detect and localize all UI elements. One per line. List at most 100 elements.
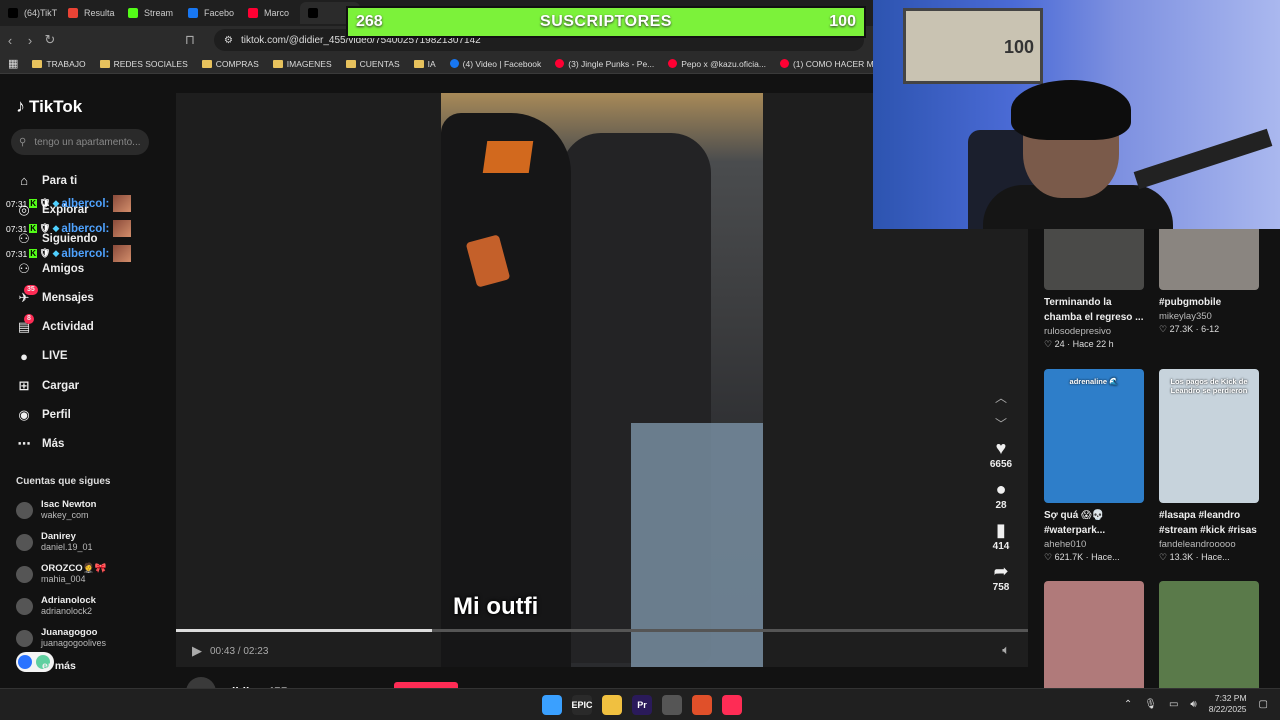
bookmark-item[interactable]: CUENTAS [345, 59, 400, 69]
nav-item-perfil[interactable]: ◉ Perfil [16, 400, 98, 429]
video-card-stats: ♡ 621.7K · Hace... [1044, 552, 1120, 562]
video-frame[interactable]: Mi outfi [441, 93, 763, 667]
video-card[interactable]: Terminando la chamba el regreso ... rulos… [1044, 229, 1144, 350]
windows-icon[interactable] [542, 695, 562, 715]
video-thumbnail[interactable] [1159, 229, 1259, 290]
share-icon[interactable]: ➦ [988, 560, 1014, 582]
bookmark-page-icon[interactable]: ⊓ [180, 32, 200, 48]
system-tray: ⌃ 🎙︎ ▭ 🔊︎ 7:32 PM 8/22/2025 ▢ [1124, 693, 1268, 715]
browser-tab[interactable]: Resulta [60, 2, 120, 24]
brave-icon[interactable] [692, 695, 712, 715]
nav-item-más[interactable]: ⋯ Más [16, 430, 98, 459]
chevron-up-icon[interactable]: ︿ [988, 385, 1014, 411]
badge-icon: 🛡︎ [39, 223, 51, 233]
comment-icon[interactable]: ● [988, 478, 1014, 500]
following-handle: adrianolock2 [41, 606, 93, 616]
video-progress-bar[interactable] [176, 629, 1028, 632]
bookmark-item[interactable]: Pepo x @kazu.oficia... [668, 59, 766, 69]
folder-icon[interactable] [602, 695, 622, 715]
gmail-icon [68, 8, 78, 18]
facebook-icon [188, 8, 198, 18]
search-icon: ⚲ [19, 136, 27, 148]
browser-tab[interactable]: Facebo [180, 2, 240, 24]
upload-icon: ⊞ [18, 377, 30, 393]
video-thumbnail[interactable] [1044, 229, 1144, 290]
chat-user: albercol: [61, 247, 110, 260]
play-icon[interactable]: ▶ [192, 643, 202, 659]
nav-label: Actividad [42, 321, 94, 334]
see-more-link[interactable]: er más [42, 660, 76, 672]
subscriber-goal-banner: 268 SUSCRIPTORES 100 [346, 6, 866, 38]
video-card[interactable]: adrenaline 🌊 Sợ quá 😱💀 #waterpark... ahehe… [1044, 369, 1144, 563]
clock[interactable]: 7:32 PM 8/22/2025 [1209, 693, 1247, 715]
speaker-icon[interactable]: 🔊︎ [1190, 699, 1196, 710]
tray-chevron-icon[interactable]: ⌃ [1124, 699, 1132, 710]
nav-item-mensajes[interactable]: ✈ 35 Mensajes [16, 283, 98, 312]
notification-icon[interactable]: ▢ [1259, 699, 1268, 710]
tab-label: Stream [144, 8, 174, 18]
heart-icon[interactable]: ♥ [988, 437, 1014, 459]
thumbnail-overlay-text: Los pagos de Kick de Leandro se perdiero… [1170, 377, 1248, 395]
epic-icon[interactable]: EPIC [572, 695, 593, 715]
action-count: 28 [995, 500, 1007, 511]
nav-label: Cargar [42, 379, 80, 392]
bookmark-item[interactable]: TRABAJO [32, 59, 86, 69]
video-thumbnail[interactable]: Los pagos de Kick de Leandro se perdiero… [1159, 369, 1259, 503]
premiere-icon[interactable]: Pr [632, 695, 652, 715]
video-card[interactable]: #pubgmobile mikeylay350 ♡ 27.3K · 6-12 [1159, 229, 1259, 335]
following-item[interactable]: Isac Newton wakey_com [16, 494, 106, 526]
browser-tab[interactable]: (64)TikT [0, 2, 60, 24]
following-text: Juanagogoo juanagogoolives [41, 627, 106, 649]
action-share[interactable]: ➦ 758 [988, 560, 1014, 593]
search-input[interactable]: ⚲ tengo un apartamento... [11, 129, 149, 155]
volume-icon[interactable]: 🔈︎ [1002, 642, 1010, 658]
chrome-icon[interactable] [662, 695, 682, 715]
bookmark-item[interactable]: (4) Video | Facebook [449, 59, 541, 69]
tab-label: Facebo [204, 8, 235, 18]
bookmark-item[interactable]: REDES SOCIALES [99, 59, 188, 69]
following-item[interactable]: Juanagogoo juanagogoolives [16, 622, 106, 654]
site-info-icon[interactable]: ⚙ [224, 35, 233, 46]
following-item[interactable]: Adrianolock adrianolock2 [16, 590, 106, 622]
forward-icon[interactable]: › [20, 33, 40, 48]
video-card[interactable] [1044, 581, 1144, 688]
action-bookmark[interactable]: ▮ 414 [988, 519, 1014, 552]
reload-icon[interactable]: ↻ [40, 32, 60, 48]
following-name: Danirey [41, 531, 76, 542]
following-text: Isac Newton wakey_com [41, 499, 96, 521]
network-icon[interactable]: ▭ [1169, 699, 1178, 710]
back-icon[interactable]: ‹ [0, 33, 20, 48]
chevron-down-icon[interactable]: ﹀ [988, 411, 1014, 437]
bookmark-item[interactable]: (3) Jingle Punks - Pe... [555, 59, 654, 69]
video-thumbnail[interactable]: adrenaline 🌊 [1044, 369, 1144, 503]
bookmark-item[interactable]: IA [413, 59, 436, 69]
video-actions: ︿ ﹀ ♥ 6656 ● 28 ▮ 414 ➦ 758 [988, 385, 1014, 601]
tiktok-icon[interactable] [722, 695, 742, 715]
bookmark-item[interactable]: COMPRAS [201, 58, 259, 69]
nav-item-cargar[interactable]: ⊞ Cargar [16, 371, 98, 400]
video-card-title: Terminando la chamba el regreso ... [1044, 297, 1144, 323]
following-list: Isac Newton wakey_com Danirey daniel.19_01 O… [16, 494, 106, 654]
video-card[interactable] [1159, 581, 1259, 688]
following-item[interactable]: OROZCO🤵🎀 mahia_004 [16, 558, 106, 590]
nav-item-live[interactable]: ● LIVE [16, 342, 98, 371]
following-item[interactable]: Danirey daniel.19_01 [16, 526, 106, 558]
video-card[interactable]: Los pagos de Kick de Leandro se perdiero… [1159, 369, 1259, 563]
bookmark-item[interactable]: IMAGENES [272, 58, 332, 69]
apps-grid-icon[interactable]: ▦ [8, 57, 18, 70]
browser-tab[interactable]: Marco [240, 2, 300, 24]
clock-time: 7:32 PM [1214, 693, 1247, 703]
nav-item-actividad[interactable]: ▤ 8 Actividad [16, 312, 98, 341]
chat-time: 07:31 [6, 223, 28, 234]
bookmark-icon[interactable]: ▮ [988, 519, 1014, 541]
action-heart[interactable]: ♥ 6656 [988, 437, 1014, 470]
video-thumbnail[interactable] [1044, 581, 1144, 688]
browser-tab[interactable]: Stream [120, 2, 180, 24]
mic-icon[interactable]: 🎙︎ [1144, 699, 1157, 710]
action-comment[interactable]: ● 28 [988, 478, 1014, 511]
bookmark-label: IMAGENES [286, 58, 332, 69]
tiktok-logo[interactable]: ♪ TikTok [16, 96, 82, 117]
bookmark-label: COMPRAS [215, 58, 259, 69]
bookmark-item[interactable]: (1) COMO HACER M... [779, 59, 881, 69]
video-thumbnail[interactable] [1159, 581, 1259, 688]
